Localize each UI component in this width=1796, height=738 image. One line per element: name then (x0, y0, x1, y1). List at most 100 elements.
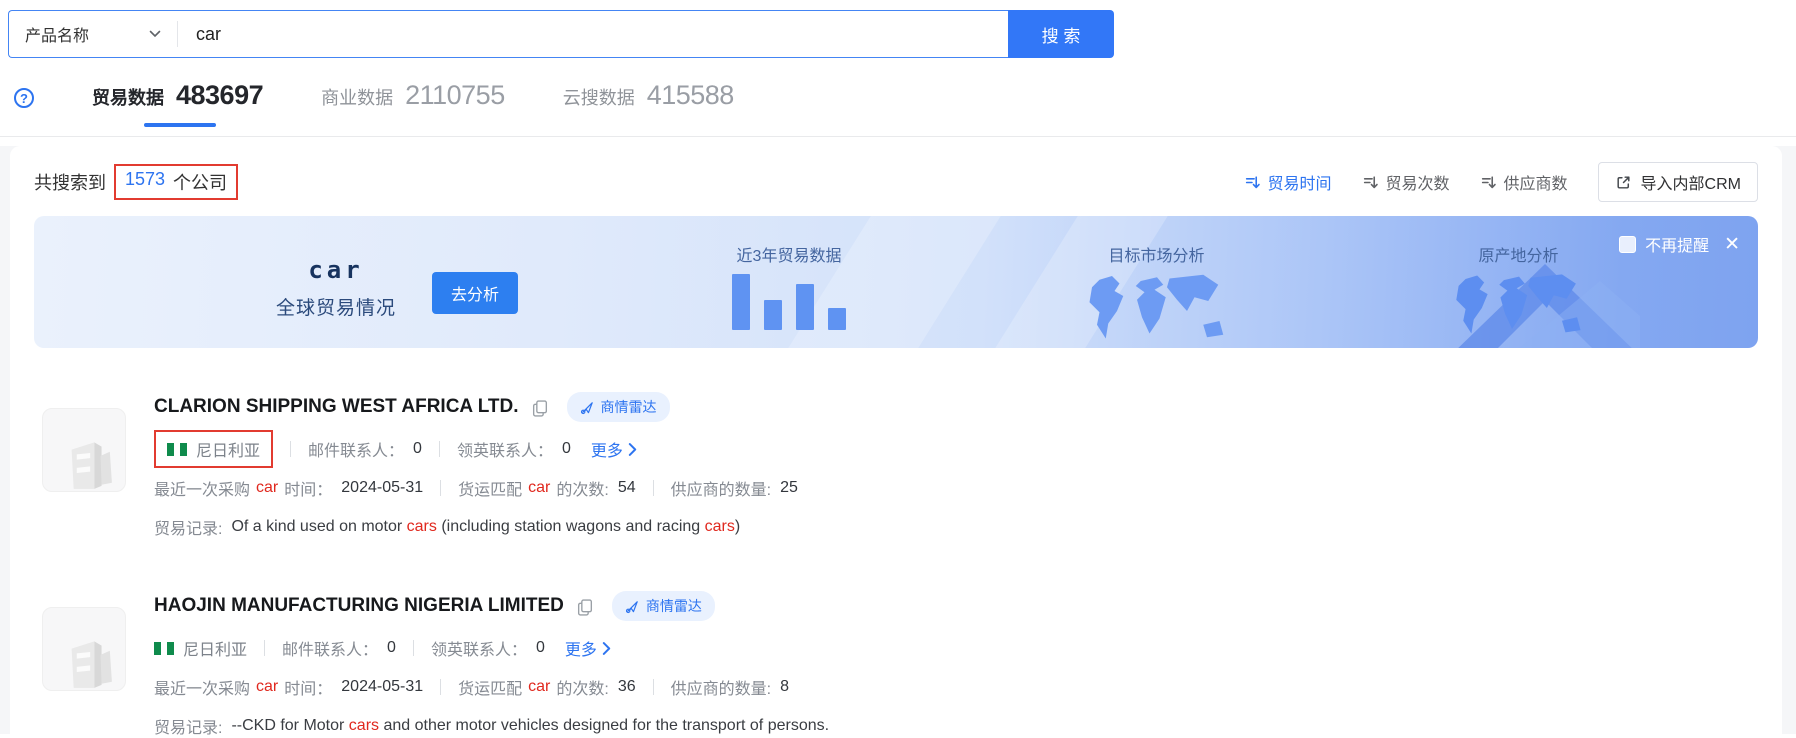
banner-section-trade-label: 近3年贸易数据 (689, 242, 889, 266)
freight-count-value: 54 (618, 479, 636, 497)
sort-desc-icon (1362, 174, 1379, 191)
analyze-button[interactable]: 去分析 (432, 272, 518, 314)
freight-label-suffix: 的次数: (556, 675, 608, 699)
results-actions: 贸易时间 贸易次数 供应商数 导入内部CRM (1244, 162, 1759, 202)
copy-icon[interactable] (576, 598, 594, 617)
sorter-label: 贸易时间 (1268, 170, 1332, 194)
tab-label: 云搜数据 (563, 84, 635, 110)
world-map-icon (1082, 272, 1232, 348)
more-link[interactable]: 更多 (565, 636, 611, 660)
banner-section-origin-label: 原产地分析 (1426, 242, 1611, 266)
close-icon[interactable]: ✕ (1724, 235, 1740, 254)
sorter-trade-count[interactable]: 贸易次数 (1362, 170, 1450, 194)
supplier-label: 供应商的数量: (671, 476, 771, 500)
trade-record-row: 贸易记录: --CKD for Motor cars and other mot… (154, 714, 1758, 738)
tab-count: 483697 (176, 80, 263, 111)
purchase-label-suffix: 时间： (284, 675, 332, 699)
freight-count-value: 36 (618, 678, 636, 696)
category-selector-label: 产品名称 (25, 22, 89, 46)
linkedin-contacts-value: 0 (562, 440, 571, 458)
search-button[interactable]: 搜 索 (1008, 10, 1114, 58)
email-contacts-label: 邮件联系人： (282, 636, 378, 660)
trade-record-text: Of a kind used on motor cars (including … (231, 518, 740, 536)
mini-bar (764, 300, 782, 330)
nigeria-flag-icon (167, 443, 187, 456)
search-input[interactable] (178, 24, 1008, 45)
company-name[interactable]: HAOJIN MANUFACTURING NIGERIA LIMITED (154, 595, 564, 617)
dismiss-checkbox[interactable] (1619, 236, 1636, 253)
company-card: HAOJIN MANUFACTURING NIGERIA LIMITED 商情雷… (34, 591, 1758, 738)
sorter-trade-time[interactable]: 贸易时间 (1244, 170, 1332, 194)
sorter-label: 贸易次数 (1386, 170, 1450, 194)
keyword-red: car (256, 479, 278, 497)
supplier-label: 供应商的数量: (671, 675, 771, 699)
tab-cloud-search-data[interactable]: 云搜数据 415588 (563, 80, 734, 111)
company-thumbnail[interactable] (42, 408, 126, 492)
search-bar: 产品名称 搜 索 (0, 0, 1796, 58)
business-radar-badge[interactable]: 商情雷达 (612, 591, 715, 621)
company-stats-row: 最近一次采购 car 时间： 2024-05-31 货运匹配 car 的次数: … (154, 675, 1758, 699)
purchase-date-value: 2024-05-31 (341, 479, 423, 497)
keyword-red: car (528, 479, 550, 497)
sort-desc-icon (1244, 174, 1261, 191)
radar-icon (580, 400, 595, 415)
purchase-date-value: 2024-05-31 (341, 678, 423, 696)
linkedin-contacts-label: 领英联系人： (431, 636, 527, 660)
freight-label: 货运匹配 (458, 675, 522, 699)
trade-record-text: --CKD for Motor cars and other motor veh… (231, 717, 829, 735)
results-count-prefix: 共搜索到 (34, 169, 106, 195)
sort-desc-icon (1480, 174, 1497, 191)
banner-section-trade: 近3年贸易数据 (689, 242, 889, 330)
mini-bar (796, 284, 814, 330)
help-icon[interactable]: ? (14, 88, 34, 108)
email-contacts-label: 邮件联系人： (308, 437, 404, 461)
banner-section-market: 目标市场分析 (1064, 242, 1249, 348)
dismiss-label: 不再提醒 (1645, 232, 1709, 256)
supplier-count-value: 25 (780, 479, 798, 497)
content-area: 共搜索到 1573 个公司 贸易时间 贸易次数 供应商数 (0, 146, 1796, 734)
sorter-supplier-count[interactable]: 供应商数 (1480, 170, 1568, 194)
banner-keyword: car (269, 256, 403, 284)
badge-label: 商情雷达 (601, 397, 657, 417)
more-link[interactable]: 更多 (591, 437, 637, 461)
category-selector[interactable]: 产品名称 (9, 11, 177, 57)
freight-label-suffix: 的次数: (556, 476, 608, 500)
chevron-down-icon (149, 30, 161, 38)
copy-icon[interactable] (531, 399, 549, 418)
mini-bar-chart (689, 272, 889, 330)
company-info: HAOJIN MANUFACTURING NIGERIA LIMITED 商情雷… (154, 591, 1758, 738)
company-thumbnail[interactable] (42, 607, 126, 691)
building-placeholder-icon (53, 429, 115, 491)
import-crm-label: 导入内部CRM (1641, 170, 1741, 194)
world-map-icon (1449, 272, 1589, 344)
banner-section-market-label: 目标市场分析 (1064, 242, 1249, 266)
results-panel: 共搜索到 1573 个公司 贸易时间 贸易次数 供应商数 (10, 146, 1782, 734)
banner-dismiss-group: 不再提醒 ✕ (1619, 232, 1740, 256)
linkedin-contacts-label: 领英联系人： (457, 437, 553, 461)
results-count-number[interactable]: 1573 (125, 169, 165, 195)
annotation-highlight-country: 尼日利亚 (154, 430, 273, 468)
tab-label: 贸易数据 (92, 84, 164, 110)
tab-label: 商业数据 (321, 84, 393, 110)
banner-section-origin: 原产地分析 (1426, 242, 1611, 348)
tab-business-data[interactable]: 商业数据 2110755 (321, 80, 505, 111)
trade-record-label: 贸易记录: (154, 515, 222, 539)
company-name[interactable]: CLARION SHIPPING WEST AFRICA LTD. (154, 396, 519, 418)
company-stats-row: 最近一次采购 car 时间： 2024-05-31 货运匹配 car 的次数: … (154, 476, 1758, 500)
business-radar-badge[interactable]: 商情雷达 (567, 392, 670, 422)
purchase-label-suffix: 时间： (284, 476, 332, 500)
badge-label: 商情雷达 (646, 596, 702, 616)
annotation-highlight-count: 1573 个公司 (114, 164, 238, 200)
tab-trade-data[interactable]: 贸易数据 483697 (92, 80, 263, 127)
chevron-right-icon (628, 443, 637, 456)
import-crm-button[interactable]: 导入内部CRM (1598, 162, 1758, 202)
search-input-group: 产品名称 (8, 10, 1008, 58)
linkedin-contacts-value: 0 (536, 639, 545, 657)
tab-count: 415588 (647, 80, 734, 111)
tab-count: 2110755 (405, 80, 505, 111)
results-header: 共搜索到 1573 个公司 贸易时间 贸易次数 供应商数 (34, 146, 1758, 202)
company-country: 尼日利亚 (183, 636, 247, 660)
purchase-label: 最近一次采购 (154, 476, 250, 500)
banner-keyword-group: car 全球贸易情况 (269, 256, 403, 320)
results-count-suffix: 个公司 (173, 169, 227, 195)
